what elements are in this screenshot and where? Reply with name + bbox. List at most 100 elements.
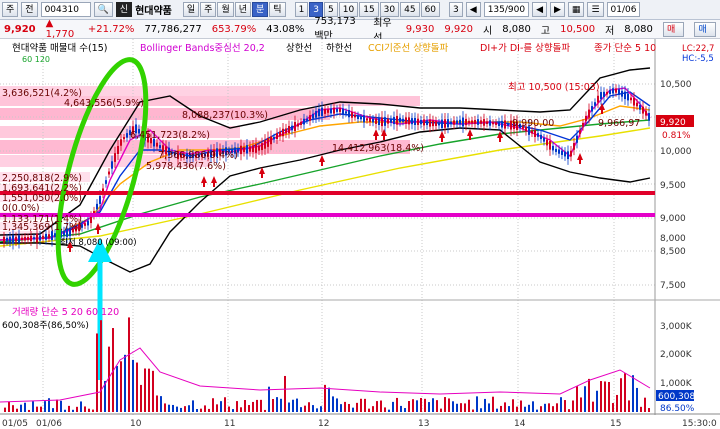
candle-body: [618, 89, 620, 95]
price-tick: 9,000: [660, 214, 686, 224]
volume-bar: [264, 409, 266, 412]
period-button[interactable]: 년: [234, 2, 251, 17]
candle-body: [540, 134, 542, 140]
volume-bar: [80, 401, 82, 412]
volume-bar: [304, 405, 306, 412]
sell-button[interactable]: 매도: [694, 21, 716, 50]
volume-bar: [352, 407, 354, 412]
min-annotation: 최저 8,080 (09:00): [60, 237, 137, 248]
minute-button[interactable]: 10: [338, 2, 359, 17]
minute-button[interactable]: 60: [420, 2, 441, 17]
candle-body: [258, 145, 260, 151]
candle-body: [288, 125, 290, 134]
candle-body: [111, 161, 113, 169]
volume-bar: [160, 396, 162, 412]
candle-body: [621, 90, 623, 97]
candle-body: [477, 119, 479, 125]
next-icon[interactable]: ▶: [550, 2, 565, 17]
count-dropdown[interactable]: 3: [449, 2, 463, 17]
stock-code-input[interactable]: 004310: [40, 2, 91, 17]
candle-body: [3, 236, 5, 243]
candle-body: [603, 91, 605, 97]
period-button[interactable]: 주: [200, 2, 217, 17]
price-tick: 9,500: [660, 181, 686, 191]
legend-ma2: 60 120: [22, 55, 50, 64]
candle-body: [492, 122, 494, 125]
candle-body: [609, 90, 611, 94]
time-tick: 11: [224, 419, 235, 429]
candle-body: [459, 119, 461, 125]
volume-bar: [632, 375, 634, 412]
volume-bar: [248, 405, 250, 412]
volume-bar: [528, 404, 530, 412]
date-input[interactable]: 01/06: [606, 2, 641, 17]
candle-body: [579, 130, 581, 134]
volume-bar: [464, 403, 466, 412]
legend-title: 현대약품 매물대 수(15): [12, 42, 107, 54]
minute-button[interactable]: 3: [309, 2, 324, 17]
price-tick: 7,500: [660, 281, 686, 291]
candle-body: [255, 144, 257, 153]
candle-body: [273, 136, 275, 140]
volume-bar: [92, 409, 94, 412]
volume-bar: [100, 320, 102, 412]
candle-body: [450, 121, 452, 125]
volume-bar: [448, 398, 450, 412]
minute-button[interactable]: 1: [294, 2, 309, 17]
candle-body: [474, 119, 476, 125]
open-label: 시: [483, 25, 493, 37]
period-button[interactable]: 틱: [269, 2, 286, 17]
volume-bar: [244, 400, 246, 412]
volume-bar: [64, 409, 66, 412]
grid-icon[interactable]: ▦: [567, 2, 585, 17]
volume-bar: [384, 407, 386, 412]
prev-icon[interactable]: ◀: [532, 2, 547, 17]
volume-bar: [32, 401, 34, 412]
period-button[interactable]: 분: [252, 2, 269, 17]
buy-button[interactable]: 매수: [662, 21, 685, 50]
list-icon[interactable]: ☰: [587, 2, 604, 17]
search-icon[interactable]: 🔍: [93, 2, 113, 17]
code-prefix-dropdown[interactable]: 주: [2, 2, 19, 17]
candle-body: [507, 123, 509, 126]
market-dropdown[interactable]: 전: [21, 2, 38, 17]
candle-body: [249, 146, 251, 152]
volume-bar: [36, 406, 38, 412]
volume-bar: [184, 406, 186, 412]
vp-label: 6,451,723(8.2%): [130, 130, 210, 141]
candle-body: [315, 111, 317, 118]
volume-bar: [640, 406, 642, 412]
volume-bar: [444, 397, 446, 412]
candle-body: [114, 153, 116, 162]
volume-bar: [440, 408, 442, 412]
period-button[interactable]: 월: [217, 2, 234, 17]
candle-body: [573, 143, 575, 150]
candle-body: [555, 148, 557, 152]
volume-bar: [516, 406, 518, 412]
candle-body: [369, 118, 371, 122]
candle-body: [54, 233, 56, 237]
candle-body: [261, 143, 263, 151]
candle-body: [294, 122, 296, 131]
candle-body: [297, 123, 299, 127]
low-label: 저: [605, 25, 615, 37]
volume-bar: [296, 398, 298, 412]
minute-button[interactable]: 5: [324, 2, 338, 17]
candle-body: [612, 88, 614, 94]
candle-body: [99, 196, 101, 204]
volume-bar: [252, 401, 254, 412]
candle-body: [351, 111, 353, 118]
volume-bar: [328, 387, 330, 412]
nav-icon[interactable]: ◀: [465, 2, 481, 17]
period-buttons: 일주월년분틱: [182, 2, 286, 17]
volume-bar: [76, 406, 78, 412]
volume-bar: [220, 401, 222, 412]
volume-bar: [120, 361, 122, 412]
volume-bar: [340, 404, 342, 412]
candle-body: [636, 102, 638, 107]
price-chart[interactable]: 10,500 10,000 9,500 9,000 8,500 8,000 7,…: [0, 39, 720, 429]
candle-body: [624, 91, 626, 100]
candle-body: [411, 118, 413, 125]
minute-button[interactable]: 45: [400, 2, 420, 17]
period-button[interactable]: 일: [182, 2, 200, 17]
